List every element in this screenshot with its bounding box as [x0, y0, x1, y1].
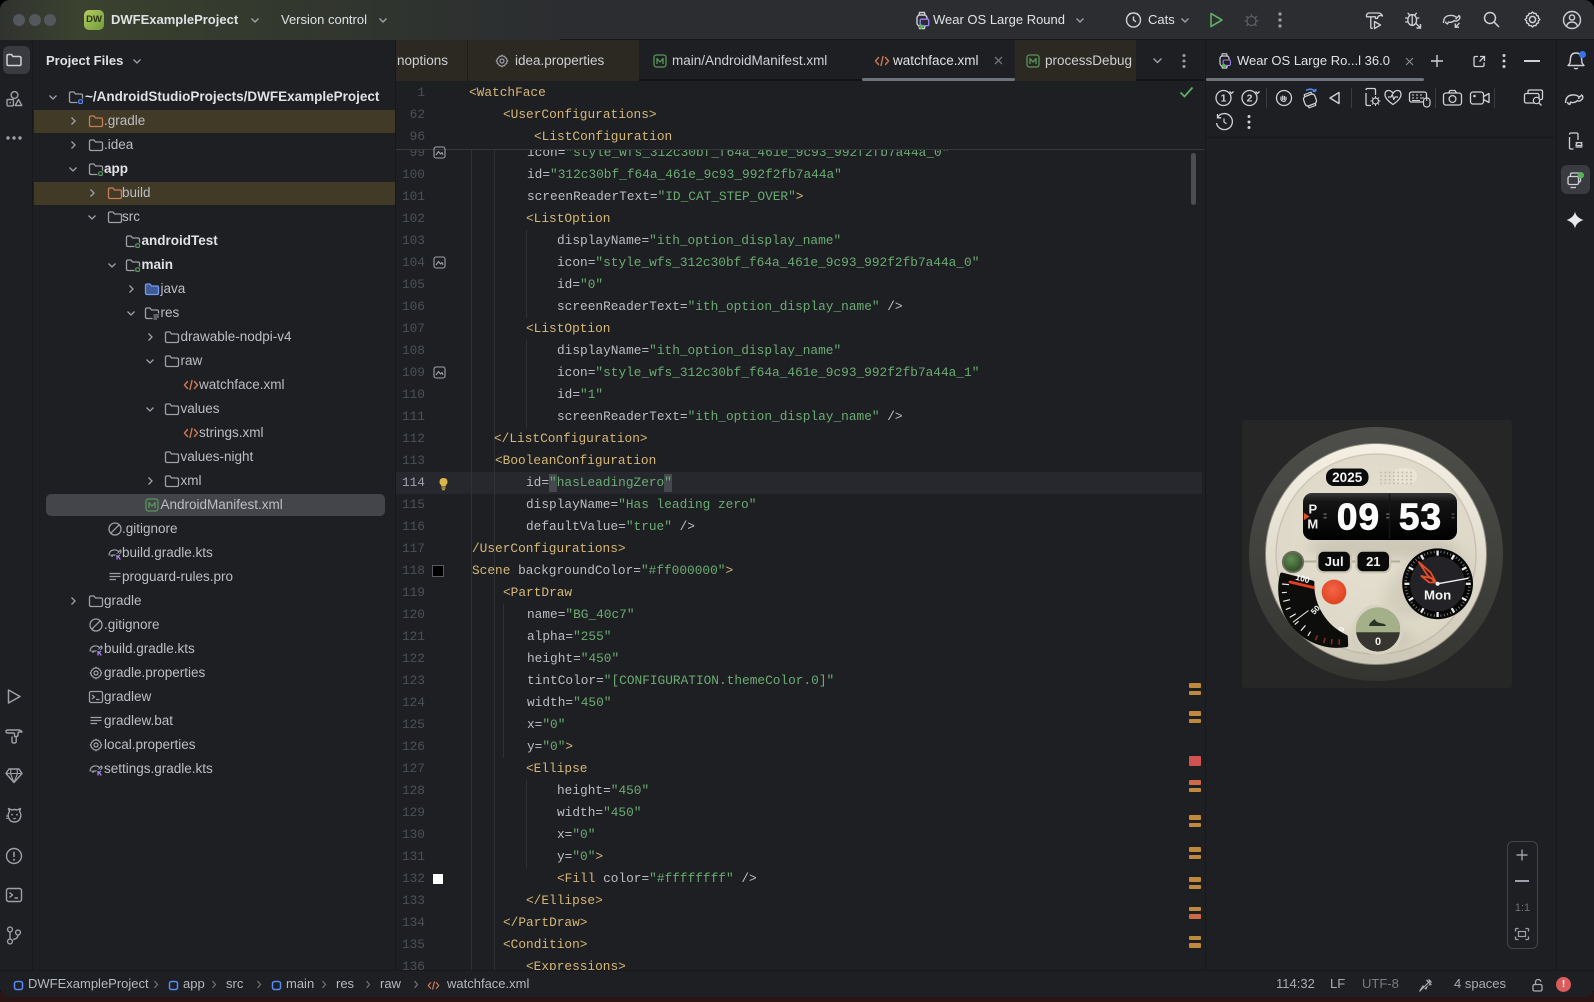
svg-text:09: 09: [1337, 497, 1380, 538]
svg-text:1: 1: [1221, 93, 1227, 105]
svg-text:Mon: Mon: [1424, 588, 1451, 603]
svg-text:21: 21: [1366, 554, 1380, 569]
svg-text:53: 53: [1399, 497, 1442, 538]
svg-text:2: 2: [1247, 93, 1253, 105]
svg-text:Jul: Jul: [1325, 554, 1344, 569]
svg-text:M: M: [1307, 517, 1318, 532]
svg-text:P: P: [1308, 502, 1317, 517]
svg-text:0: 0: [1375, 636, 1381, 648]
svg-text:2025: 2025: [1332, 470, 1363, 485]
